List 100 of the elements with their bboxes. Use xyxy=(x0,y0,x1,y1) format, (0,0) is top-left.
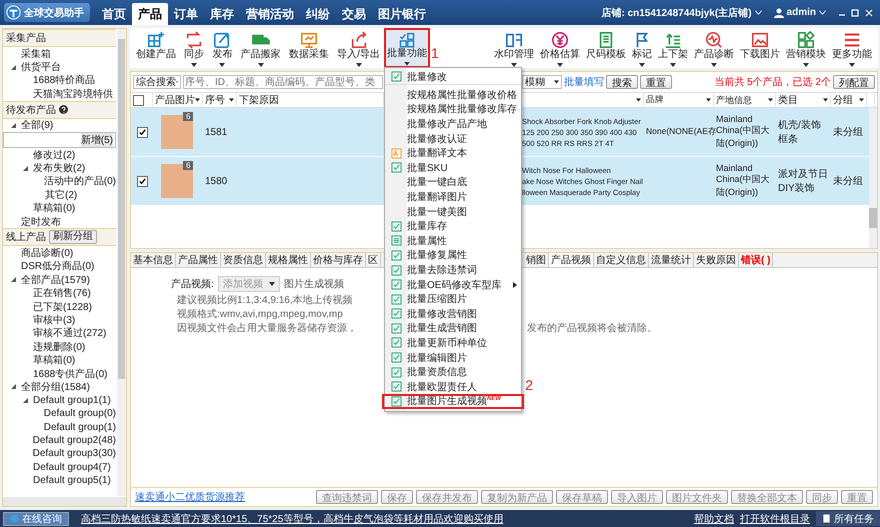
consult-button[interactable]: 在线咨询 xyxy=(3,512,69,526)
nav-tab[interactable]: 纠纷 xyxy=(300,3,336,25)
menu-item[interactable]: 批量库存 xyxy=(385,218,521,234)
tree-item[interactable]: Default group(1) xyxy=(3,420,116,434)
toolbar-button[interactable]: 发布 xyxy=(210,28,234,68)
column-config-button[interactable]: 列配置 xyxy=(833,75,875,89)
help-icon[interactable] xyxy=(59,105,68,114)
tree-item[interactable]: 其它(2) xyxy=(3,188,116,202)
detail-tab[interactable]: 流量统计 xyxy=(649,253,694,267)
tree-item[interactable]: 活动中的产品(0) xyxy=(3,174,116,188)
scrollbar[interactable] xyxy=(869,108,877,248)
tree-item[interactable]: 发布失败(2) xyxy=(3,161,116,175)
window-controls-icon[interactable] xyxy=(838,8,874,16)
menu-item[interactable]: 批量修改营销图 xyxy=(385,306,521,322)
nav-tab[interactable]: 产品 xyxy=(132,3,168,25)
toolbar-button[interactable]: 尺码模板 xyxy=(584,28,628,68)
detail-tab[interactable]: 价格与库存 xyxy=(311,253,366,267)
tree-item[interactable]: 新增(5) xyxy=(3,132,116,148)
menu-item[interactable]: 批量欧盟责任人 xyxy=(385,379,521,394)
tree-item[interactable]: Default group3(30) xyxy=(3,447,116,461)
nav-tab[interactable]: 首页 xyxy=(96,3,132,25)
toolbar-button[interactable]: 下载图片 xyxy=(738,28,782,68)
menu-item[interactable]: 批量翻译图片 xyxy=(385,190,521,204)
tree-item[interactable]: 正在销售(76) xyxy=(3,286,116,300)
detail-tab[interactable]: 错误( ) xyxy=(739,253,774,267)
menu-item[interactable]: 批量去除违禁词 xyxy=(385,262,521,278)
menu-item[interactable]: 按规格属性批量修改库存 xyxy=(385,102,521,117)
tree-item[interactable]: 商品诊断(0) xyxy=(3,246,116,260)
menu-item[interactable]: 批量修改产品产地 xyxy=(385,116,521,132)
batch-fill-link[interactable]: 批量填写 xyxy=(564,75,604,89)
column-header[interactable]: 品牌 xyxy=(646,94,664,106)
ticker-link[interactable]: 高档三防热敏纸速卖通官方要求10*15、75*25等型号，高档牛皮气泡袋等耗材用品欢迎购买使用 xyxy=(81,512,504,526)
menu-item[interactable]: 批量OE码修改车型库 xyxy=(385,277,521,292)
menu-item[interactable]: 批量修复属性 xyxy=(385,248,521,263)
row-checkbox[interactable] xyxy=(136,176,148,186)
search-button[interactable]: 搜索 xyxy=(606,75,638,89)
menu-item[interactable]: 批量资质信息 xyxy=(385,364,521,380)
column-header[interactable]: 分组 xyxy=(833,93,853,107)
toolbar-button[interactable]: 标记 xyxy=(630,28,654,68)
tree-item[interactable]: 天猫淘宝跨境特供 xyxy=(3,87,116,101)
status-link[interactable]: 帮助文档 xyxy=(694,512,734,526)
tree-item[interactable]: 定时发布 xyxy=(3,214,116,228)
tree-item[interactable]: Default group(0) xyxy=(3,406,116,420)
menu-item[interactable]: 批量图片生成视频$^{NEW}$ xyxy=(382,394,524,409)
menu-item[interactable]: 批量编辑图片 xyxy=(385,350,521,365)
tree-item[interactable]: 1688专供产品(0) xyxy=(3,366,116,380)
detail-tab[interactable]: 失败原因 xyxy=(694,253,739,267)
user-menu[interactable]: admin xyxy=(768,0,832,25)
detail-tab[interactable]: 区 xyxy=(366,253,381,267)
tasks-button[interactable]: 所有任务 xyxy=(816,511,880,526)
tree-item[interactable]: DSR低分商品(0) xyxy=(3,260,116,274)
nav-tab[interactable]: 库存 xyxy=(204,3,240,25)
row-checkbox[interactable] xyxy=(136,126,148,138)
menu-item[interactable]: 批量修改认证 xyxy=(385,131,521,146)
toolbar-button[interactable]: 水印管理 xyxy=(492,28,536,68)
tree-item[interactable]: 审核不通过(272) xyxy=(3,326,116,340)
menu-item[interactable]: 批量一键白底 xyxy=(385,175,521,190)
match-dropdown[interactable]: 模糊 xyxy=(522,75,562,89)
toolbar-button[interactable]: 批量功能 xyxy=(384,28,430,68)
toolbar-button[interactable]: 产品诊断 xyxy=(692,28,736,68)
toolbar-button[interactable]: 价格估算 xyxy=(538,28,582,68)
tree-item[interactable]: Default group4(7) xyxy=(3,460,116,474)
shop-selector[interactable]: 店铺: cn1541248744bjyk(主店铺) xyxy=(595,0,768,25)
refresh-button[interactable]: 刷新分组 xyxy=(49,230,97,244)
detail-tab[interactable]: 基本信息 xyxy=(131,253,176,267)
scrollbar[interactable] xyxy=(3,497,126,506)
tree-item[interactable]: 全部产品(1579) xyxy=(3,273,116,286)
tree-item[interactable]: 全部(9) xyxy=(3,118,116,132)
reset-button[interactable]: 重置 xyxy=(640,75,672,89)
detail-tab[interactable]: 资质信息 xyxy=(221,253,266,267)
tree-item[interactable]: 1688特价商品 xyxy=(3,74,116,88)
detail-tab[interactable]: 产品视频 xyxy=(549,253,594,267)
tree-item[interactable]: 草稿箱(0) xyxy=(3,202,116,215)
column-header[interactable]: 类目 xyxy=(778,93,798,107)
menu-item[interactable]: 批量生成营销图 xyxy=(385,321,521,336)
status-link[interactable]: 打开软件根目录 xyxy=(740,512,810,526)
search-field[interactable]: 序号、ID、标题、商品编码、产品型号、类 xyxy=(183,75,383,89)
search-mode-dropdown[interactable]: 综合搜索 xyxy=(133,75,181,89)
menu-item[interactable]: 批量翻译文本 xyxy=(385,146,521,161)
toolbar-button[interactable]: 同步 xyxy=(182,28,206,68)
toolbar-button[interactable]: 导入/导出 xyxy=(335,28,382,68)
recommend-link[interactable]: 速卖通小二优质货源推荐 xyxy=(135,490,245,504)
menu-item[interactable]: 按规格属性批量修改价格 xyxy=(385,88,521,102)
tree-item[interactable]: 草稿箱(0) xyxy=(3,353,116,367)
toolbar-button[interactable]: 更多功能 xyxy=(830,28,874,68)
tree-item[interactable]: Default group2(48) xyxy=(3,434,116,448)
column-header[interactable]: 产品图片 xyxy=(155,93,195,107)
tree-item[interactable]: 全部分组(1584) xyxy=(3,380,116,394)
menu-item[interactable]: 批量修改 xyxy=(385,70,521,85)
toolbar-button[interactable]: 产品搬家 xyxy=(238,28,283,68)
toolbar-button[interactable]: 创建产品 xyxy=(134,28,178,68)
tree-item[interactable]: Default group1(1) xyxy=(3,394,116,407)
tree-item[interactable]: 修改过(2) xyxy=(3,148,116,162)
detail-tab[interactable]: 规格属性 xyxy=(266,253,311,267)
toolbar-button[interactable]: 数据采集 xyxy=(286,28,331,68)
tree-item[interactable]: Default group5(1) xyxy=(3,474,116,488)
nav-tab[interactable]: 图片银行 xyxy=(372,3,432,25)
menu-item[interactable]: 批量一键美图 xyxy=(385,204,521,219)
menu-item[interactable]: 批量更新币种单位 xyxy=(385,336,521,350)
column-header[interactable]: 产地信息 xyxy=(716,94,752,106)
